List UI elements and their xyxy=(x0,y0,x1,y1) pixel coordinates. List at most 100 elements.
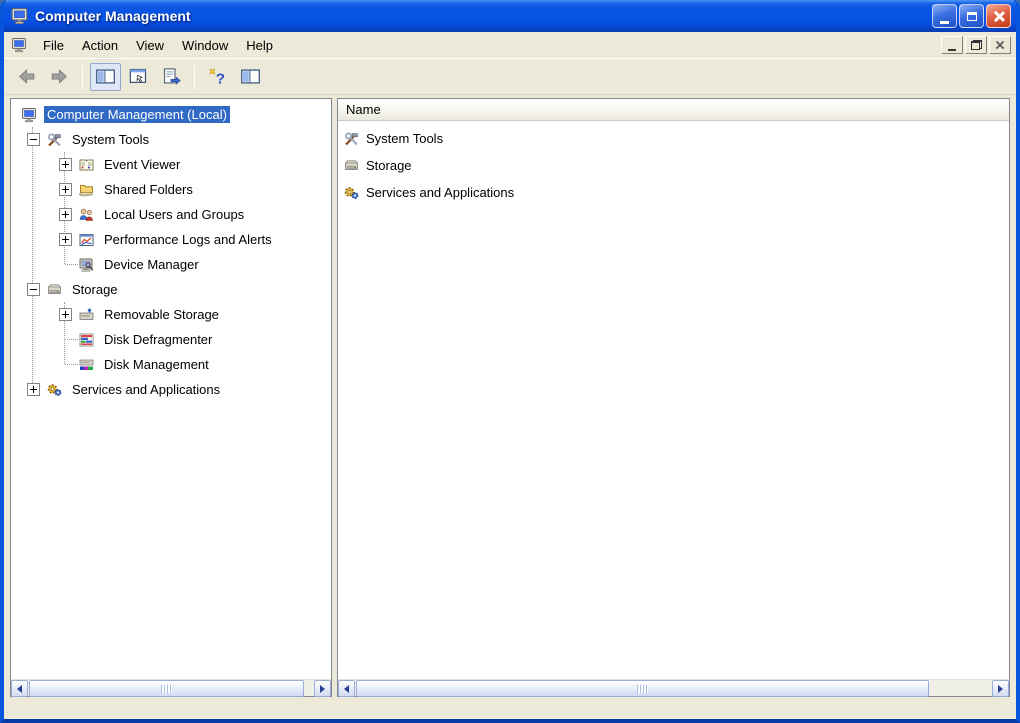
scroll-track[interactable] xyxy=(355,680,992,697)
tree-item-device-manager[interactable]: Device Manager xyxy=(11,252,331,277)
toolbar-separator xyxy=(82,64,83,89)
tree-item-event-viewer[interactable]: Event Viewer xyxy=(11,152,331,177)
list-item-services-and-applications[interactable]: Services and Applications xyxy=(338,179,1009,206)
tree-guide-stub xyxy=(65,364,78,365)
tree-item-label: Event Viewer xyxy=(104,157,181,172)
tree-guide-stub xyxy=(65,264,78,265)
column-header-label: Name xyxy=(346,102,381,117)
scroll-thumb[interactable] xyxy=(29,680,304,697)
system-tools-icon xyxy=(343,131,360,147)
toolbar xyxy=(4,59,1016,95)
scroll-right-button[interactable] xyxy=(314,680,331,697)
tree-horizontal-scrollbar[interactable] xyxy=(11,679,331,697)
details-list: System Tools Storage Services and Applic… xyxy=(338,121,1009,679)
close-button[interactable] xyxy=(986,4,1011,28)
tree-item-services-and-applications[interactable]: Services and Applications xyxy=(11,377,331,402)
expand-plus-icon[interactable] xyxy=(59,308,72,321)
expand-minus-icon[interactable] xyxy=(27,283,40,296)
scroll-left-button[interactable] xyxy=(338,680,355,697)
expand-plus-icon[interactable] xyxy=(27,383,40,396)
menu-file[interactable]: File xyxy=(34,34,73,57)
titlebar[interactable]: Computer Management xyxy=(4,0,1016,32)
back-icon xyxy=(16,66,37,87)
tree-item-shared-folders[interactable]: Shared Folders xyxy=(11,177,331,202)
export-list-button[interactable] xyxy=(156,63,187,91)
help-icon xyxy=(207,66,228,87)
minimize-button[interactable] xyxy=(932,4,957,28)
column-header-name[interactable]: Name xyxy=(338,99,1009,121)
scroll-grip-icon xyxy=(160,684,172,693)
expand-plus-icon[interactable] xyxy=(59,158,72,171)
event-viewer-icon xyxy=(78,157,95,173)
tree-item-label: Services and Applications xyxy=(72,382,221,397)
maximize-button[interactable] xyxy=(959,4,984,28)
scroll-right-button[interactable] xyxy=(992,680,1009,697)
tree-item-disk-defragmenter[interactable]: Disk Defragmenter xyxy=(11,327,331,352)
tree-item-computer-management-local[interactable]: Computer Management (Local) xyxy=(11,102,331,127)
expand-plus-icon[interactable] xyxy=(59,208,72,221)
tree-item-label: System Tools xyxy=(72,132,150,147)
console-tree-icon xyxy=(95,66,116,87)
menu-view[interactable]: View xyxy=(127,34,173,57)
performance-icon xyxy=(78,232,95,248)
scroll-left-icon xyxy=(17,684,22,693)
tree-item-disk-management[interactable]: Disk Management xyxy=(11,352,331,377)
mdi-restore-icon xyxy=(970,40,982,50)
computer-icon xyxy=(21,107,38,123)
scroll-thumb[interactable] xyxy=(356,680,930,697)
tree-item-storage[interactable]: Storage xyxy=(11,277,331,302)
show-hide-console-tree-button[interactable] xyxy=(90,62,121,91)
expand-plus-icon[interactable] xyxy=(59,183,72,196)
tree-item-label: Device Manager xyxy=(104,257,199,272)
scroll-left-button[interactable] xyxy=(11,680,28,697)
scroll-track[interactable] xyxy=(28,680,314,697)
system-menu-icon[interactable] xyxy=(11,37,28,53)
users-icon xyxy=(78,207,95,223)
mdi-close-button[interactable] xyxy=(989,36,1011,54)
expand-plus-icon[interactable] xyxy=(59,233,72,246)
window-title: Computer Management xyxy=(35,8,191,24)
back-button[interactable] xyxy=(11,63,42,91)
console-tree: Computer Management (Local) System Tools… xyxy=(11,99,331,679)
menu-window[interactable]: Window xyxy=(173,34,237,57)
menu-help[interactable]: Help xyxy=(237,34,282,57)
disk-defragmenter-icon xyxy=(78,332,95,348)
mdi-minimize-icon xyxy=(948,48,956,51)
tree-item-label: Performance Logs and Alerts xyxy=(104,232,272,247)
properties-button[interactable] xyxy=(123,63,154,91)
menu-action[interactable]: Action xyxy=(73,34,127,57)
show-hide-action-pane-button[interactable] xyxy=(235,63,266,91)
expand-minus-icon[interactable] xyxy=(27,133,40,146)
tree-item-performance-logs-and-alerts[interactable]: Performance Logs and Alerts xyxy=(11,227,331,252)
properties-icon xyxy=(128,66,149,87)
mdi-minimize-button[interactable] xyxy=(941,36,963,54)
maximize-icon xyxy=(966,11,977,21)
window-bottom-strip xyxy=(4,697,1016,719)
services-icon xyxy=(46,382,63,398)
storage-icon xyxy=(343,158,360,174)
tree-item-label: Storage xyxy=(72,282,118,297)
tree-item-removable-storage[interactable]: Removable Storage xyxy=(11,302,331,327)
scroll-right-icon xyxy=(320,684,325,693)
list-item-label: System Tools xyxy=(366,131,444,146)
scroll-grip-icon xyxy=(637,684,649,693)
list-item-system-tools[interactable]: System Tools xyxy=(338,125,1009,152)
forward-button[interactable] xyxy=(44,63,75,91)
menu-bar: File Action View Window Help xyxy=(4,32,1016,59)
tree-item-label: Disk Management xyxy=(104,357,209,372)
list-horizontal-scrollbar[interactable] xyxy=(338,679,1009,697)
tree-item-local-users-and-groups[interactable]: Local Users and Groups xyxy=(11,202,331,227)
system-tools-icon xyxy=(46,132,63,148)
mdi-restore-button[interactable] xyxy=(965,36,987,54)
tree-item-label: Local Users and Groups xyxy=(104,207,245,222)
tree-item-system-tools[interactable]: System Tools xyxy=(11,127,331,152)
list-item-storage[interactable]: Storage xyxy=(338,152,1009,179)
help-button[interactable] xyxy=(202,63,233,91)
device-manager-icon xyxy=(78,257,95,273)
forward-icon xyxy=(49,66,70,87)
tree-item-label: Computer Management (Local) xyxy=(44,106,230,123)
list-item-label: Storage xyxy=(366,158,412,173)
scroll-left-icon xyxy=(344,684,349,693)
disk-management-icon xyxy=(78,357,95,373)
export-list-icon xyxy=(161,66,182,87)
